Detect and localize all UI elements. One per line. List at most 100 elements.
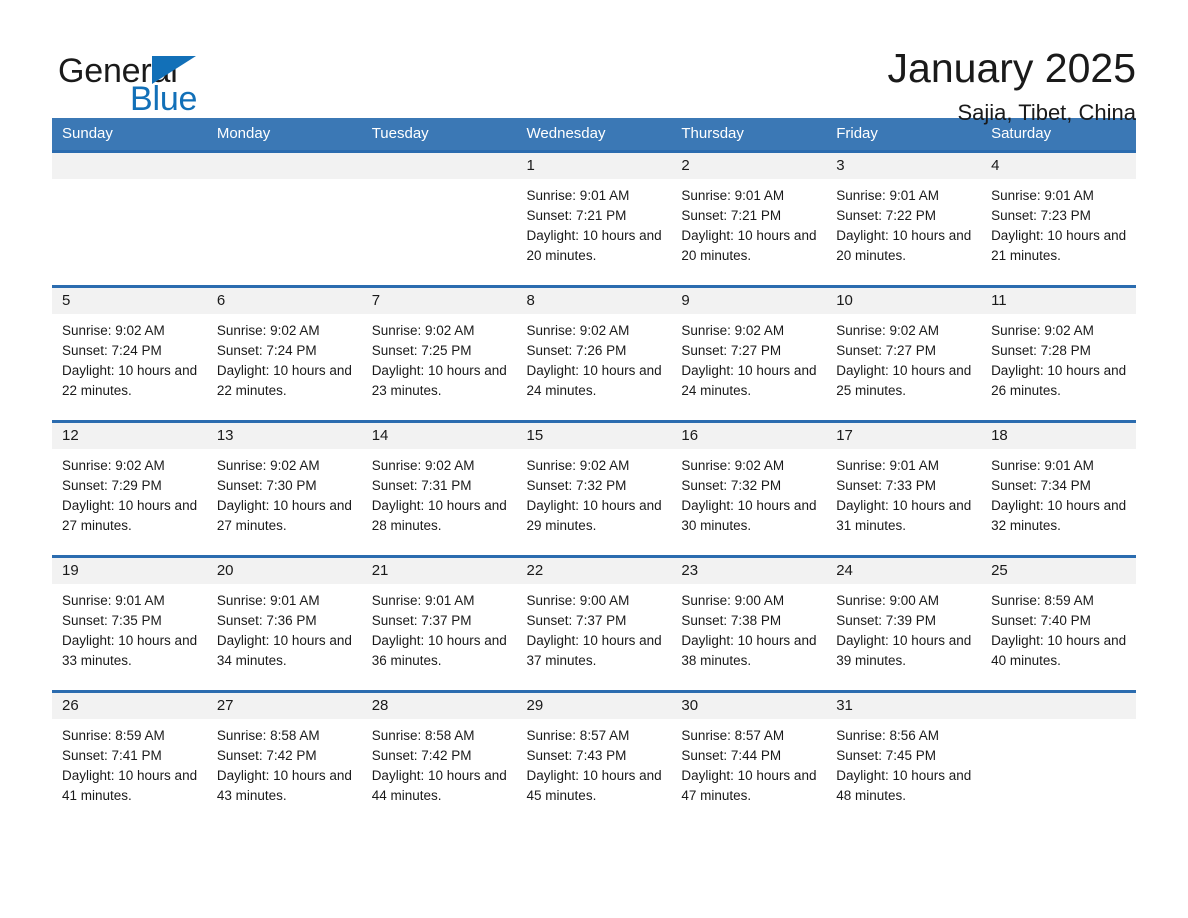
sunrise-text: Sunrise: 9:02 AM [62, 458, 165, 473]
day-number: 13 [206, 423, 362, 449]
day-cell-empty [52, 150, 207, 287]
day-cell[interactable]: 22 Sunrise: 9:00 AM Sunset: 7:37 PM Dayligh… [516, 555, 672, 692]
day-cell[interactable]: 20 Sunrise: 9:01 AM Sunset: 7:36 PM Dayligh… [206, 555, 362, 692]
day-cell[interactable]: 23 Sunrise: 9:00 AM Sunset: 7:38 PM Dayligh… [671, 555, 827, 692]
sunrise-text: Sunrise: 9:01 AM [681, 188, 785, 203]
day-cell[interactable]: 6 Sunrise: 9:02 AM Sunset: 7:24 PM Daylight… [206, 285, 362, 422]
day-number: 11 [981, 288, 1136, 314]
weekday-header-thursday: Thursday [671, 118, 827, 152]
daylight-text: Daylight: 10 hours and 34 minutes. [216, 633, 352, 668]
day-details: Sunrise: 9:01 AM Sunset: 7:23 PM Daylight:… [981, 179, 1136, 266]
sunset-text: Sunset: 7:34 PM [991, 478, 1091, 493]
calendar-page: General Blue January 2025 Sajia, Tibet, … [0, 0, 1188, 918]
day-details: Sunrise: 8:58 AM Sunset: 7:42 PM Daylight:… [207, 719, 362, 806]
day-details: Sunrise: 9:02 AM Sunset: 7:27 PM Daylight:… [671, 314, 826, 401]
day-cell[interactable]: 16 Sunrise: 9:02 AM Sunset: 7:32 PM Dayligh… [671, 420, 827, 557]
daylight-text: Daylight: 10 hours and 31 minutes. [836, 498, 972, 533]
day-number: 21 [361, 558, 517, 584]
daylight-text: Daylight: 10 hours and 39 minutes. [836, 633, 972, 668]
day-cell[interactable]: 7 Sunrise: 9:02 AM Sunset: 7:25 PM Daylight… [361, 285, 517, 422]
day-details: Sunrise: 8:58 AM Sunset: 7:42 PM Daylight:… [362, 719, 517, 806]
daylight-text: Daylight: 10 hours and 29 minutes. [526, 498, 662, 533]
sunrise-text: Sunrise: 9:02 AM [991, 323, 1094, 338]
day-cell[interactable]: 1 Sunrise: 9:01 AM Sunset: 7:21 PM Daylight… [516, 150, 672, 287]
day-cell-empty [981, 690, 1136, 827]
day-details: Sunrise: 9:01 AM Sunset: 7:37 PM Daylight:… [362, 584, 517, 671]
daylight-text: Daylight: 10 hours and 28 minutes. [371, 498, 507, 533]
weekday-header-monday: Monday [206, 118, 362, 152]
daylight-text: Daylight: 10 hours and 37 minutes. [526, 633, 662, 668]
title-block: January 2025 Sajia, Tibet, China [888, 42, 1136, 128]
day-cell[interactable]: 31 Sunrise: 8:56 AM Sunset: 7:45 PM Dayligh… [826, 690, 982, 827]
sunrise-text: Sunrise: 9:02 AM [62, 323, 165, 338]
day-cell[interactable]: 9 Sunrise: 9:02 AM Sunset: 7:27 PM Daylight… [671, 285, 827, 422]
day-details: Sunrise: 9:00 AM Sunset: 7:37 PM Daylight:… [517, 584, 672, 671]
day-cell[interactable]: 21 Sunrise: 9:01 AM Sunset: 7:37 PM Dayligh… [361, 555, 517, 692]
calendar-grid: Sunday Monday Tuesday Wednesday Thursday… [52, 118, 1136, 827]
sunrise-text: Sunrise: 9:00 AM [681, 593, 785, 608]
sunrise-text: Sunrise: 9:02 AM [371, 458, 475, 473]
day-details: Sunrise: 9:02 AM Sunset: 7:24 PM Daylight:… [207, 314, 362, 401]
daylight-text: Daylight: 10 hours and 41 minutes. [62, 768, 198, 803]
day-details: Sunrise: 8:59 AM Sunset: 7:40 PM Daylight:… [981, 584, 1136, 671]
daylight-text: Daylight: 10 hours and 25 minutes. [836, 363, 972, 398]
day-cell[interactable]: 28 Sunrise: 8:58 AM Sunset: 7:42 PM Dayligh… [361, 690, 517, 827]
day-cell[interactable]: 5 Sunrise: 9:02 AM Sunset: 7:24 PM Daylight… [52, 285, 207, 422]
day-number: 15 [516, 423, 672, 449]
sunrise-text: Sunrise: 9:01 AM [216, 593, 320, 608]
day-cell[interactable]: 10 Sunrise: 9:02 AM Sunset: 7:27 PM Dayligh… [826, 285, 982, 422]
daylight-text: Daylight: 10 hours and 23 minutes. [371, 363, 507, 398]
sunset-text: Sunset: 7:39 PM [836, 613, 937, 628]
day-cell[interactable]: 2 Sunrise: 9:01 AM Sunset: 7:21 PM Daylight… [671, 150, 827, 287]
day-cell[interactable]: 27 Sunrise: 8:58 AM Sunset: 7:42 PM Dayligh… [206, 690, 362, 827]
day-cell[interactable]: 3 Sunrise: 9:01 AM Sunset: 7:22 PM Daylight… [826, 150, 982, 287]
daylight-text: Daylight: 10 hours and 22 minutes. [216, 363, 352, 398]
sunrise-text: Sunrise: 9:02 AM [681, 458, 785, 473]
sunrise-text: Sunrise: 9:02 AM [836, 323, 940, 338]
daylight-text: Daylight: 10 hours and 32 minutes. [991, 498, 1127, 533]
day-cell[interactable]: 13 Sunrise: 9:02 AM Sunset: 7:30 PM Dayligh… [206, 420, 362, 557]
day-cell[interactable]: 19 Sunrise: 9:01 AM Sunset: 7:35 PM Dayligh… [52, 555, 207, 692]
day-cell[interactable]: 14 Sunrise: 9:02 AM Sunset: 7:31 PM Dayligh… [361, 420, 517, 557]
day-cell[interactable]: 24 Sunrise: 9:00 AM Sunset: 7:39 PM Dayligh… [826, 555, 982, 692]
daylight-text: Daylight: 10 hours and 20 minutes. [526, 228, 662, 263]
day-cell[interactable]: 29 Sunrise: 8:57 AM Sunset: 7:43 PM Dayligh… [516, 690, 672, 827]
day-details: Sunrise: 9:02 AM Sunset: 7:27 PM Daylight:… [826, 314, 981, 401]
generalblue-logo[interactable]: General Blue [52, 42, 302, 118]
sunrise-text: Sunrise: 9:01 AM [371, 593, 475, 608]
day-cell[interactable]: 15 Sunrise: 9:02 AM Sunset: 7:32 PM Dayligh… [516, 420, 672, 557]
day-details: Sunrise: 8:59 AM Sunset: 7:41 PM Daylight:… [52, 719, 207, 806]
sunrise-text: Sunrise: 8:58 AM [216, 728, 320, 743]
day-details: Sunrise: 9:02 AM Sunset: 7:25 PM Daylight:… [362, 314, 517, 401]
sunrise-text: Sunrise: 8:58 AM [371, 728, 475, 743]
day-cell[interactable]: 30 Sunrise: 8:57 AM Sunset: 7:44 PM Dayligh… [671, 690, 827, 827]
sunset-text: Sunset: 7:25 PM [371, 343, 472, 358]
day-cell[interactable]: 12 Sunrise: 9:02 AM Sunset: 7:29 PM Dayligh… [52, 420, 207, 557]
day-cell[interactable]: 18 Sunrise: 9:01 AM Sunset: 7:34 PM Dayligh… [981, 420, 1136, 557]
calendar-week-row: 26 Sunrise: 8:59 AM Sunset: 7:41 PM Dayligh… [52, 690, 1136, 827]
daylight-text: Daylight: 10 hours and 44 minutes. [371, 768, 507, 803]
day-cell[interactable]: 4 Sunrise: 9:01 AM Sunset: 7:23 PM Daylight… [981, 150, 1136, 287]
day-details: Sunrise: 9:00 AM Sunset: 7:39 PM Daylight:… [826, 584, 981, 671]
day-details: Sunrise: 9:02 AM Sunset: 7:29 PM Daylight:… [52, 449, 207, 536]
day-details: Sunrise: 8:57 AM Sunset: 7:43 PM Daylight:… [517, 719, 672, 806]
day-number: 22 [516, 558, 672, 584]
sunrise-text: Sunrise: 9:00 AM [836, 593, 940, 608]
sunrise-text: Sunrise: 8:57 AM [526, 728, 630, 743]
day-cell[interactable]: 11 Sunrise: 9:02 AM Sunset: 7:28 PM Dayligh… [981, 285, 1136, 422]
logo-text-blue: Blue [130, 80, 198, 118]
day-details: Sunrise: 9:01 AM Sunset: 7:21 PM Daylight:… [671, 179, 826, 266]
calendar-body: 1 Sunrise: 9:01 AM Sunset: 7:21 PM Daylight… [52, 150, 1136, 827]
day-cell[interactable]: 17 Sunrise: 9:01 AM Sunset: 7:33 PM Dayligh… [826, 420, 982, 557]
daylight-text: Daylight: 10 hours and 24 minutes. [681, 363, 817, 398]
day-number [206, 153, 362, 179]
day-cell[interactable]: 26 Sunrise: 8:59 AM Sunset: 7:41 PM Dayligh… [52, 690, 207, 827]
calendar-week-row: 19 Sunrise: 9:01 AM Sunset: 7:35 PM Dayligh… [52, 555, 1136, 692]
day-cell[interactable]: 8 Sunrise: 9:02 AM Sunset: 7:26 PM Daylight… [516, 285, 672, 422]
day-cell[interactable]: 25 Sunrise: 8:59 AM Sunset: 7:40 PM Dayligh… [981, 555, 1136, 692]
day-details: Sunrise: 9:02 AM Sunset: 7:31 PM Daylight:… [362, 449, 517, 536]
daylight-text: Daylight: 10 hours and 33 minutes. [62, 633, 198, 668]
sunset-text: Sunset: 7:26 PM [526, 343, 627, 358]
sunrise-text: Sunrise: 9:00 AM [526, 593, 630, 608]
day-cell-empty [206, 150, 362, 287]
